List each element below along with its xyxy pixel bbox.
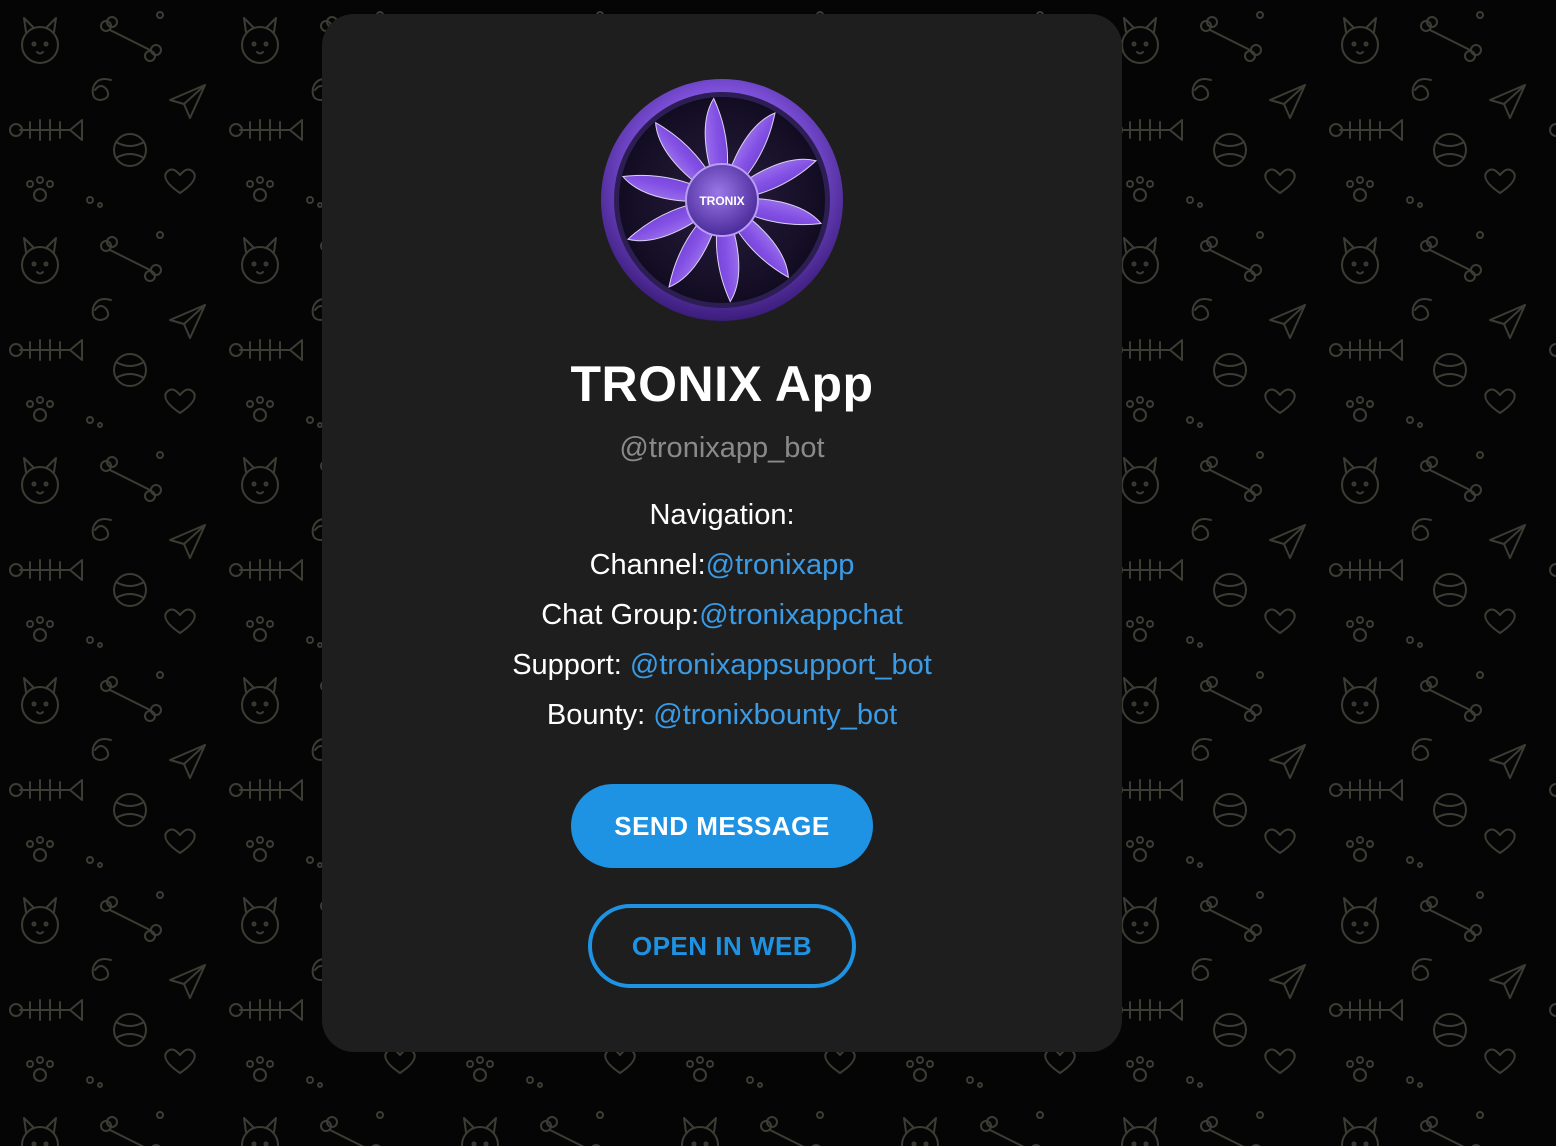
channel-label: Channel: <box>589 549 706 581</box>
support-label: Support: <box>512 649 630 681</box>
bot-profile-card: TRONIX TRONIX App @tronixapp_bot Navigat… <box>322 14 1122 1052</box>
bot-avatar: TRONIX <box>600 78 844 322</box>
description-line-bounty: Bounty: @tronixbounty_bot <box>322 690 1122 740</box>
avatar-label: TRONIX <box>699 194 744 208</box>
tronix-fan-avatar-icon: TRONIX <box>601 79 843 321</box>
chat-group-label: Chat Group: <box>541 599 700 631</box>
support-link[interactable]: @tronixappsupport_bot <box>630 649 932 681</box>
bounty-link[interactable]: @tronixbounty_bot <box>653 699 897 731</box>
bot-username: @tronixapp_bot <box>619 432 825 464</box>
open-in-web-button[interactable]: OPEN IN WEB <box>588 904 856 988</box>
send-message-button[interactable]: SEND MESSAGE <box>571 784 873 868</box>
bot-title: TRONIX App <box>570 356 874 412</box>
bot-description: Navigation: Channel:@tronixapp Chat Grou… <box>322 490 1122 740</box>
channel-link[interactable]: @tronixapp <box>706 549 855 581</box>
description-line-support: Support: @tronixappsupport_bot <box>322 640 1122 690</box>
description-heading: Navigation: <box>649 499 795 531</box>
description-line-channel: Channel:@tronixapp <box>322 540 1122 590</box>
chat-group-link[interactable]: @tronixappchat <box>699 599 903 631</box>
description-line-chat-group: Chat Group:@tronixappchat <box>322 590 1122 640</box>
bounty-label: Bounty: <box>546 699 654 731</box>
